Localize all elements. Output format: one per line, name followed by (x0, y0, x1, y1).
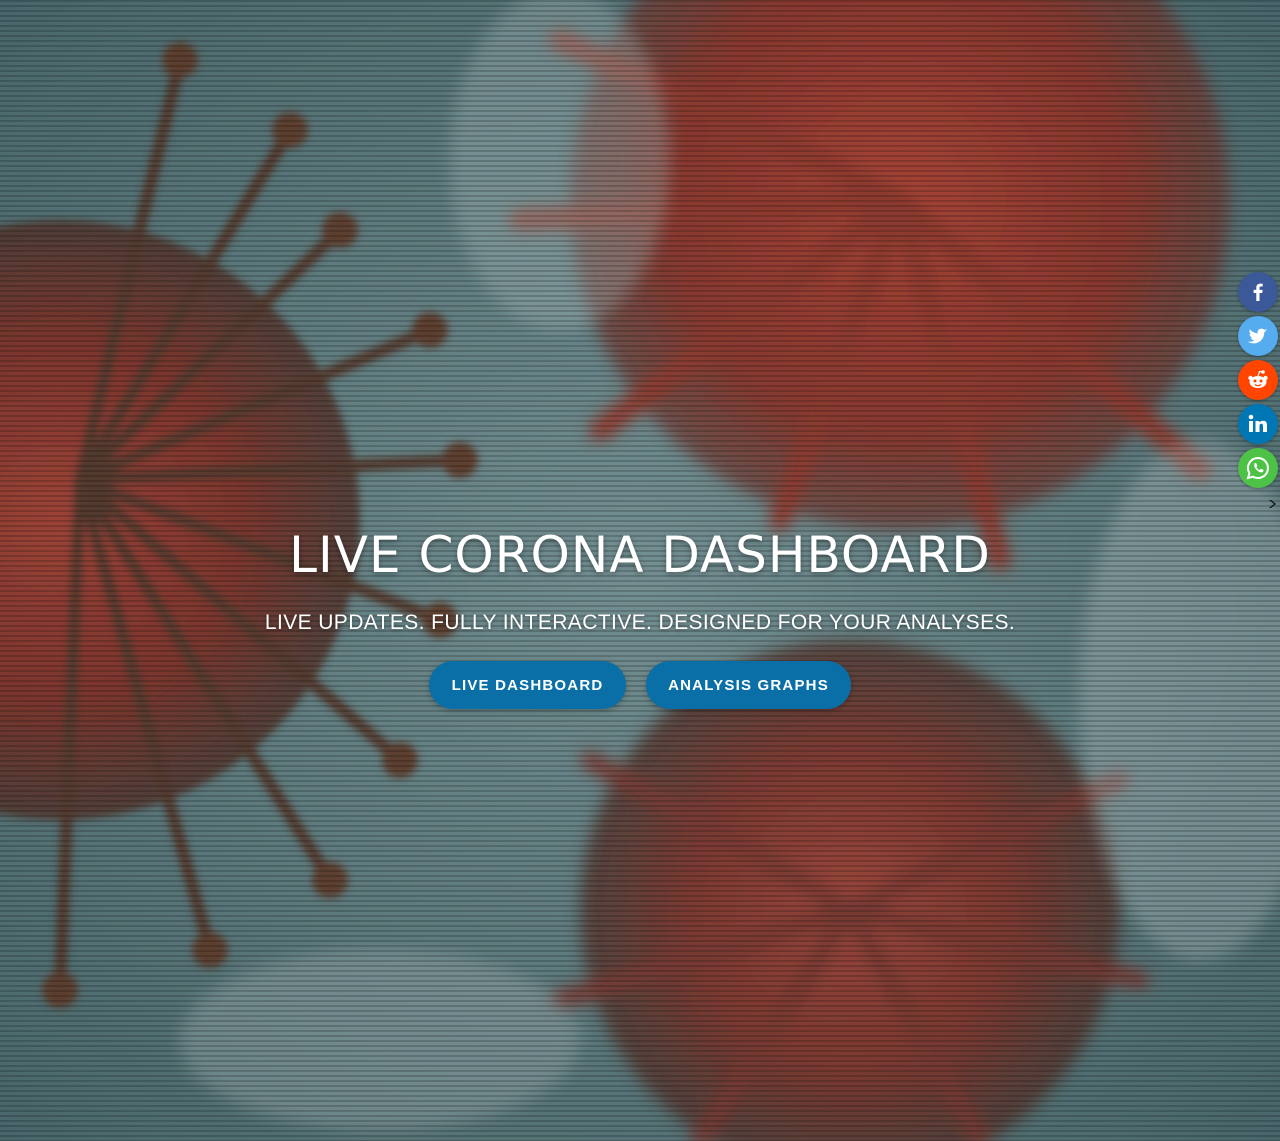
facebook-icon (1253, 283, 1263, 301)
hero-content: LIVE CORONA DASHBOARD LIVE UPDATES. FULL… (0, 520, 1280, 709)
live-dashboard-button[interactable]: LIVE DASHBOARD (429, 661, 626, 709)
whatsapp-share-button[interactable] (1238, 448, 1278, 488)
twitter-share-button[interactable] (1238, 316, 1278, 356)
hero-section: LIVE CORONA DASHBOARD LIVE UPDATES. FULL… (0, 0, 1280, 1141)
whatsapp-icon (1246, 456, 1269, 480)
linkedin-share-button[interactable] (1238, 404, 1278, 444)
analysis-graphs-button[interactable]: ANALYSIS GRAPHS (646, 661, 851, 709)
hero-buttons: LIVE DASHBOARD ANALYSIS GRAPHS (0, 661, 1280, 709)
hide-share-bar-toggle[interactable] (1238, 496, 1278, 512)
twitter-icon (1247, 328, 1268, 344)
reddit-icon (1248, 370, 1268, 388)
page-title: LIVE CORONA DASHBOARD (289, 526, 991, 584)
page-subtitle: LIVE UPDATES. FULLY INTERACTIVE. DESIGNE… (264, 611, 1016, 634)
social-share-bar (1238, 272, 1278, 512)
hide-chevron-icon (1269, 500, 1276, 508)
reddit-share-button[interactable] (1238, 360, 1278, 400)
linkedin-icon (1248, 414, 1267, 432)
facebook-share-button[interactable] (1238, 272, 1278, 312)
